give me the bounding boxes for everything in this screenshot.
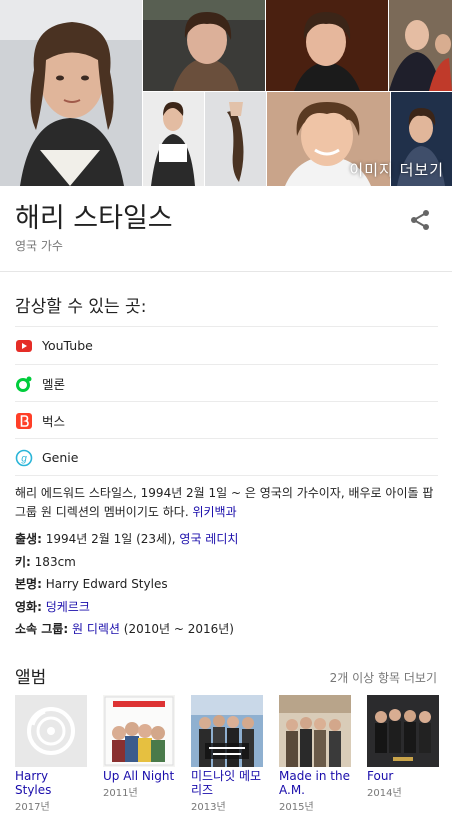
album-year: 2017년: [15, 802, 50, 813]
service-label: 벅스: [42, 414, 66, 429]
service-melon[interactable]: 멜론: [15, 365, 438, 402]
album-title: Up All Night: [103, 769, 175, 783]
fact-real-name: 본명: Harry Edward Styles: [15, 575, 238, 598]
photo-6[interactable]: [205, 92, 266, 186]
album-title: Four: [367, 769, 394, 783]
entity-description: 해리 에드워드 스타일스, 1994년 2월 1일 ~ 은 영국의 가수이자, …: [15, 484, 440, 522]
album-cover: [279, 695, 351, 767]
divider: [15, 475, 438, 476]
entity-header: 해리 스타일스 영국 가수: [0, 186, 452, 272]
share-icon: [411, 210, 429, 230]
service-label: 멜론: [42, 377, 66, 392]
photo-3[interactable]: [266, 0, 388, 91]
share-button[interactable]: [408, 208, 432, 232]
album-year: 2015년: [279, 802, 314, 813]
albums-more-link[interactable]: 2개 이상 항목 더보기: [330, 669, 437, 686]
group-link[interactable]: 원 디렉션: [72, 622, 120, 636]
main-portrait-photo[interactable]: [0, 0, 142, 186]
album-year: 2014년: [367, 788, 402, 799]
fact-label: 영화:: [15, 599, 42, 614]
birthplace-link[interactable]: 영국 레디치: [179, 532, 238, 546]
album-cover: [191, 695, 263, 767]
fact-value: 1994년 2월 1일 (23세),: [45, 532, 180, 546]
service-label: Genie: [42, 450, 79, 465]
album-title: Made in the A.M.: [279, 769, 350, 797]
fact-height: 키: 183cm: [15, 553, 238, 576]
more-images-link[interactable]: 이미지 더보기: [349, 159, 444, 180]
album-card[interactable]: Four 2014년: [367, 695, 439, 799]
fact-label: 키:: [15, 554, 31, 569]
service-label: YouTube: [42, 338, 93, 353]
service-genie[interactable]: g Genie: [15, 439, 438, 476]
fact-group: 소속 그룹: 원 디렉션 (2010년 ~ 2016년): [15, 620, 238, 643]
album-title: 미드나잇 메모리즈: [191, 769, 262, 797]
fact-value: 183cm: [34, 554, 76, 569]
album-title: Harry Styles: [15, 769, 52, 797]
album-cover: [367, 695, 439, 767]
melon-icon: [15, 375, 33, 393]
svg-text:g: g: [21, 453, 27, 464]
fact-label: 본명:: [15, 577, 42, 591]
fact-label: 출생:: [15, 532, 42, 546]
fact-value: Harry Edward Styles: [45, 577, 168, 591]
bugs-icon: [15, 412, 33, 430]
fact-born: 출생: 1994년 2월 1일 (23세), 영국 레디치: [15, 530, 238, 553]
photo-2[interactable]: [143, 0, 265, 91]
fact-label: 소속 그룹:: [15, 622, 69, 636]
fact-value: (2010년 ~ 2016년): [119, 622, 234, 636]
youtube-icon: [15, 337, 33, 355]
albums-heading: 앨범: [15, 668, 47, 688]
album-year: 2013년: [191, 802, 226, 813]
album-year: 2011년: [103, 788, 138, 799]
album-card[interactable]: 미드나잇 메모리즈 2013년: [191, 695, 263, 813]
album-cover: [15, 695, 87, 767]
album-card[interactable]: Made in the A.M. 2015년: [279, 695, 351, 813]
entity-subtitle: 영국 가수: [15, 239, 63, 253]
genie-icon: g: [15, 449, 33, 467]
album-cover: [103, 695, 175, 767]
album-card[interactable]: Up All Night 2011년: [103, 695, 175, 799]
facts-list: 출생: 1994년 2월 1일 (23세), 영국 레디치 키: 183cm 본…: [15, 530, 238, 643]
photo-5[interactable]: [143, 92, 204, 186]
service-bugs[interactable]: 벅스: [15, 402, 438, 439]
entity-name: 해리 스타일스: [15, 203, 173, 234]
film-link[interactable]: 덩케르크: [46, 600, 90, 614]
photo-4[interactable]: [389, 0, 452, 91]
image-grid: 이미지 더보기: [0, 0, 452, 186]
album-card[interactable]: Harry Styles 2017년: [15, 695, 87, 813]
wikipedia-link[interactable]: 위키백과: [192, 505, 236, 519]
service-youtube[interactable]: YouTube: [15, 327, 438, 364]
listen-heading: 감상할 수 있는 곳:: [15, 297, 147, 317]
fact-films: 영화: 덩케르크: [15, 598, 238, 621]
